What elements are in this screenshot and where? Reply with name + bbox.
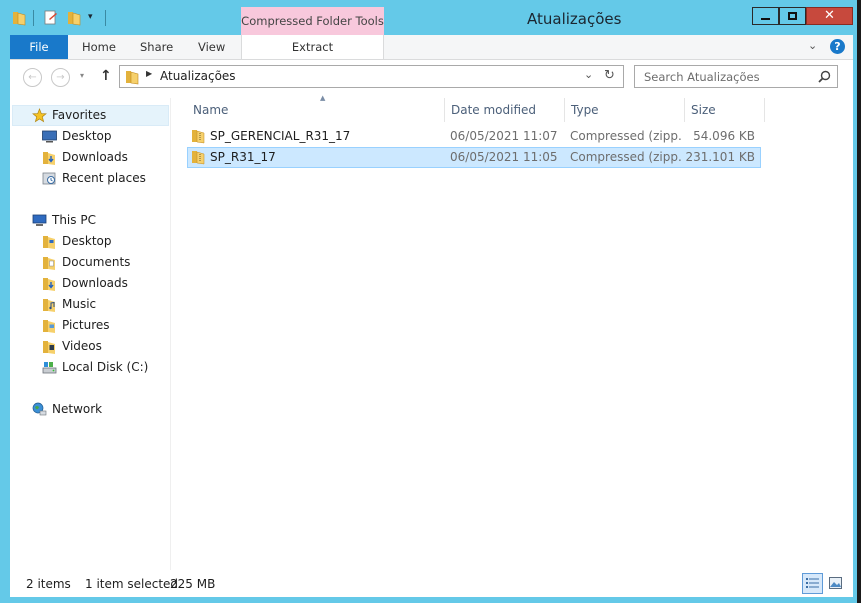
tab-extract[interactable]: Extract (241, 35, 384, 59)
close-icon: ✕ (824, 8, 835, 23)
pictures-icon (43, 320, 55, 333)
file-row-selected[interactable]: SP_R31_17 06/05/2021 11:05 Compressed (z… (187, 147, 761, 168)
folder-icon (13, 12, 26, 26)
forward-button[interactable]: → (51, 68, 70, 87)
file-size: 54.096 KB (693, 129, 755, 143)
zip-folder-icon (192, 130, 205, 144)
refresh-icon[interactable]: ↻ (604, 68, 615, 83)
nav-label: This PC (52, 213, 96, 227)
title-bar: ▾ Compressed Folder Tools Atualizações ✕ (0, 0, 857, 36)
file-list: ▲ Name Date modified Type Size SP_GERENC… (170, 94, 854, 570)
tab-home[interactable]: Home (82, 35, 116, 59)
breadcrumb-item[interactable]: Atualizações (160, 69, 236, 83)
file-type: Compressed (zipp... (570, 150, 682, 164)
nav-label: Local Disk (C:) (62, 360, 149, 374)
separator (105, 10, 106, 26)
tab-share[interactable]: Share (140, 35, 173, 59)
up-button[interactable]: ↑ (100, 68, 112, 84)
explorer-window: ▾ Compressed Folder Tools Atualizações ✕… (0, 0, 857, 603)
minimize-icon (761, 18, 770, 20)
computer-icon (32, 214, 47, 226)
file-name: SP_R31_17 (210, 150, 276, 164)
search-input[interactable] (635, 66, 824, 87)
properties-icon[interactable] (44, 10, 58, 26)
desktop-icon (43, 236, 55, 249)
maximize-icon (788, 12, 797, 20)
nav-label: Desktop (62, 129, 112, 143)
column-header-size[interactable]: Size (685, 98, 765, 122)
nav-label: Videos (62, 339, 102, 353)
back-button[interactable]: ← (23, 68, 42, 87)
large-icons-view-icon (829, 577, 842, 589)
file-name: SP_GERENCIAL_R31_17 (210, 129, 351, 143)
file-size: 231.101 KB (685, 150, 755, 164)
explorer-body: ← → ▾ ↑ ▶ Atualizações ⌄ ↻ Favorites (10, 60, 853, 597)
nav-label: Network (52, 402, 103, 416)
large-icons-view-button[interactable] (825, 573, 846, 594)
nav-label: Music (62, 297, 97, 311)
minimize-button[interactable] (752, 7, 779, 25)
window-title: Atualizações (527, 10, 622, 28)
address-bar[interactable]: ▶ Atualizações ⌄ ↻ (119, 65, 624, 88)
navigation-pane: Favorites Desktop Downloads Recent place… (10, 98, 170, 570)
file-date: 06/05/2021 11:07 (450, 129, 558, 143)
item-count: 2 items (26, 577, 71, 591)
desktop-icon (42, 130, 57, 143)
details-view-icon (806, 578, 819, 588)
nav-label: Desktop (62, 234, 112, 248)
recent-places-icon (42, 172, 56, 185)
file-date: 06/05/2021 11:05 (450, 150, 558, 164)
close-button[interactable]: ✕ (806, 7, 853, 25)
help-icon[interactable]: ? (830, 39, 845, 54)
breadcrumb-chevron-icon[interactable]: ▶ (146, 69, 152, 78)
star-icon (32, 108, 47, 123)
videos-icon (43, 341, 55, 354)
nav-label: Downloads (62, 150, 128, 164)
file-type: Compressed (zipp... (570, 129, 682, 143)
maximize-button[interactable] (779, 7, 806, 25)
new-folder-icon[interactable] (67, 10, 81, 26)
nav-label: Downloads (62, 276, 128, 290)
contextual-tab-group: Compressed Folder Tools (241, 7, 384, 36)
expand-ribbon-icon[interactable]: ⌄ (808, 39, 817, 52)
column-header-type[interactable]: Type (565, 98, 685, 122)
file-row[interactable]: SP_GERENCIAL_R31_17 06/05/2021 11:07 Com… (187, 126, 761, 147)
zip-folder-icon (192, 151, 205, 165)
tab-file[interactable]: File (10, 35, 68, 59)
tab-view[interactable]: View (198, 35, 225, 59)
search-box[interactable] (634, 65, 838, 88)
nav-label: Pictures (62, 318, 110, 332)
ribbon-tabs: File Home Share View Extract ⌄ ? (10, 35, 853, 60)
nav-label: Documents (62, 255, 131, 269)
separator (33, 10, 34, 26)
downloads-icon (43, 152, 55, 165)
address-dropdown-icon[interactable]: ⌄ (584, 68, 593, 81)
customize-quick-access-icon[interactable]: ▾ (88, 12, 93, 22)
selection-count: 1 item selected (85, 577, 179, 591)
status-bar: 2 items 1 item selected 225 MB (10, 570, 853, 597)
folder-icon (126, 71, 139, 85)
downloads-icon (43, 278, 55, 291)
documents-icon (43, 257, 55, 270)
search-icon[interactable] (818, 70, 831, 83)
column-header-name[interactable]: Name (187, 98, 445, 122)
column-header-date-modified[interactable]: Date modified (445, 98, 565, 122)
selection-size: 225 MB (170, 577, 216, 591)
recent-locations-icon[interactable]: ▾ (80, 71, 84, 80)
nav-label: Recent places (62, 171, 146, 185)
network-icon (32, 402, 47, 416)
music-icon (43, 299, 55, 312)
nav-label: Favorites (52, 108, 107, 122)
details-view-button[interactable] (802, 573, 823, 594)
local-disk-icon (42, 362, 57, 374)
